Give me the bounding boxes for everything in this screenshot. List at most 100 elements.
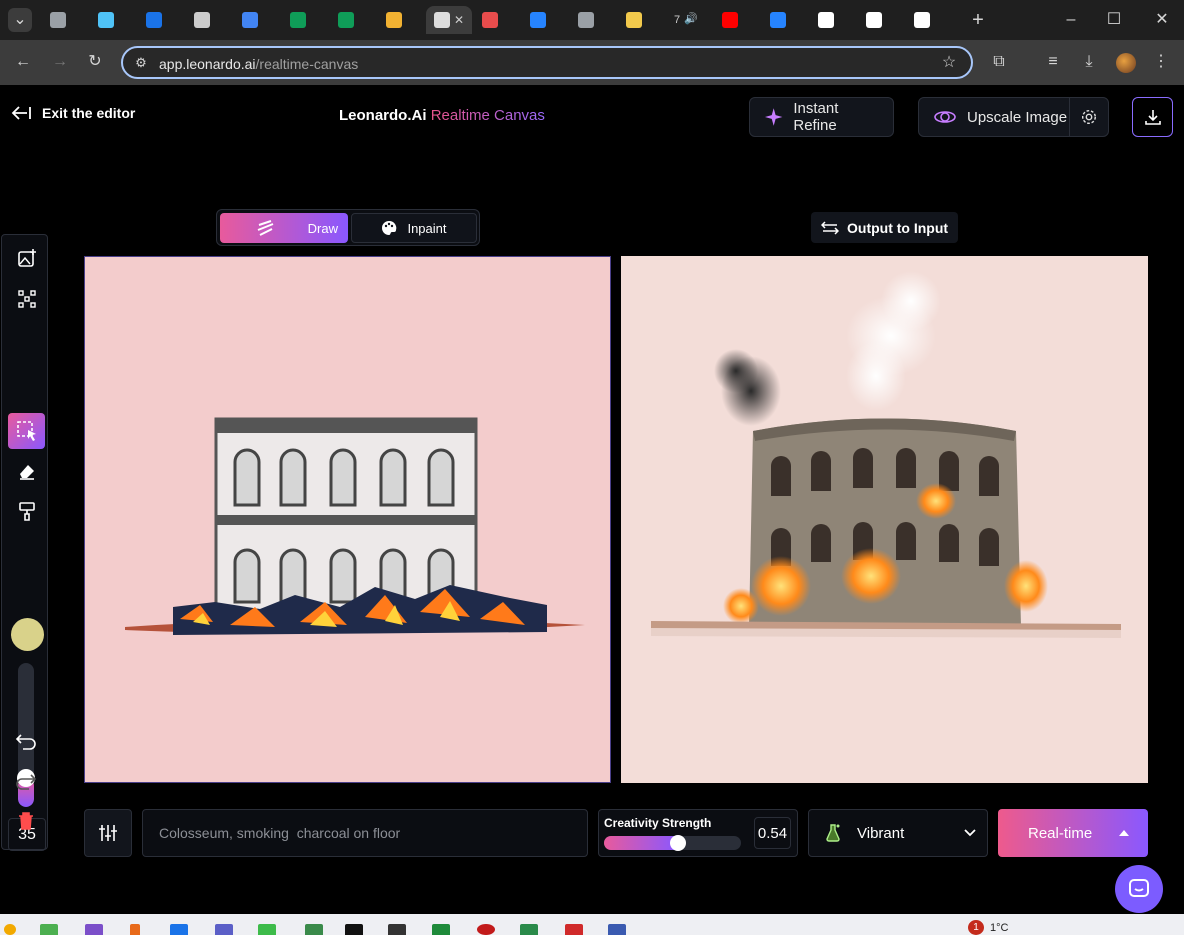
taskbar-app-icon[interactable]	[40, 924, 58, 935]
browser-tab[interactable]	[570, 6, 616, 34]
delete-tool[interactable]	[7, 803, 44, 839]
creativity-strength-value[interactable]: 0.54	[754, 817, 791, 849]
output-canvas[interactable]	[621, 256, 1148, 783]
sheets-tab-icon	[338, 12, 354, 28]
extensions-icon[interactable]: ⧉	[987, 50, 1011, 74]
marquee-select-icon	[16, 421, 36, 441]
input-canvas[interactable]	[84, 256, 611, 783]
close-tab-icon[interactable]: ✕	[454, 13, 464, 27]
browser-tab[interactable]	[474, 6, 520, 34]
browser-tab[interactable]	[714, 6, 760, 34]
taskbar-app-icon[interactable]	[170, 924, 188, 935]
site-info-icon[interactable]: ⚙	[129, 51, 153, 75]
taskbar-app-icon[interactable]	[305, 924, 323, 935]
downloads-icon[interactable]: ⤓	[1077, 50, 1101, 74]
generation-settings-button[interactable]	[84, 809, 132, 857]
eraser-tool[interactable]	[8, 453, 45, 489]
inpaint-label: Inpaint	[407, 220, 447, 236]
browser-menu-icon[interactable]: ⋮	[1149, 50, 1173, 74]
mode-switch: Draw Inpaint	[216, 209, 480, 246]
taskbar-app-icon[interactable]	[215, 924, 233, 935]
realtime-button[interactable]: Real-time	[998, 809, 1148, 857]
taskbar-app-icon[interactable]	[477, 924, 495, 935]
creativity-strength-knob[interactable]	[669, 835, 686, 851]
browser-tab[interactable]	[522, 6, 568, 34]
media-control-icon[interactable]: ≡	[1041, 50, 1065, 74]
output-to-input-button[interactable]: Output to Input	[811, 212, 959, 243]
browser-tab[interactable]	[186, 6, 232, 34]
taskbar-app-icon[interactable]	[565, 924, 583, 935]
os-taskbar: 1 1°C	[0, 914, 1184, 935]
browser-tab[interactable]	[858, 6, 904, 34]
taskbar-app-icon[interactable]	[388, 924, 406, 935]
forward-icon[interactable]: →	[48, 50, 72, 74]
upscale-image-label: Upscale Image	[967, 108, 1068, 126]
instant-refine-button[interactable]: Instant Refine	[749, 97, 894, 137]
paint-bucket-tool[interactable]	[8, 493, 45, 529]
caret-up-icon[interactable]	[1118, 829, 1130, 837]
taskbar-app-icon[interactable]	[520, 924, 538, 935]
reload-icon[interactable]: ↻	[83, 50, 107, 74]
tab-search-icon[interactable]: ⌄	[8, 8, 32, 32]
swap-arrows-icon	[821, 220, 839, 235]
minimize-icon[interactable]: –	[1059, 8, 1083, 32]
browser-tab[interactable]: 7 🔊	[666, 6, 712, 34]
tab-inpaint[interactable]: Inpaint	[351, 213, 477, 243]
paint-roller-icon	[18, 502, 35, 521]
browser-tab[interactable]	[90, 6, 136, 34]
redo-icon	[15, 774, 36, 790]
browser-tab[interactable]	[378, 6, 424, 34]
brush-color-swatch[interactable]	[11, 618, 44, 651]
style-dropdown[interactable]: Vibrant	[808, 809, 988, 857]
taskbar-app-icon[interactable]	[130, 924, 140, 935]
taskbar-app-icon[interactable]	[345, 924, 363, 935]
close-window-icon[interactable]: ✕	[1150, 8, 1174, 32]
support-chat-button[interactable]	[1115, 865, 1163, 913]
taskbar-app-icon[interactable]	[258, 924, 276, 935]
profile-avatar[interactable]	[1116, 53, 1136, 73]
upscale-settings-gear-icon[interactable]	[1080, 108, 1098, 126]
sparkle-icon	[764, 108, 783, 126]
tab-draw[interactable]: Draw	[220, 213, 348, 243]
browser-tab[interactable]	[762, 6, 808, 34]
app-title: Leonardo.Ai Realtime Canvas	[339, 107, 545, 124]
browser-tab[interactable]	[330, 6, 376, 34]
taskbar-app-icon[interactable]	[432, 924, 450, 935]
browser-tab[interactable]	[906, 6, 952, 34]
select-tool[interactable]	[8, 413, 45, 449]
upscale-image-button[interactable]: Upscale Image	[918, 97, 1109, 137]
taskbar-app-icon[interactable]	[608, 924, 626, 935]
browser-tab[interactable]	[282, 6, 328, 34]
url-field[interactable]: ⚙ app.leonardo.ai/realtime-canvas ☆	[121, 46, 973, 79]
browser-tab[interactable]	[234, 6, 280, 34]
weather-temperature[interactable]: 1°C	[990, 922, 1008, 934]
browser-tab[interactable]	[810, 6, 856, 34]
eraser-icon	[19, 465, 34, 480]
download-button[interactable]	[1132, 97, 1173, 137]
prompt-input[interactable]	[142, 809, 588, 857]
browser-tab[interactable]: ✕	[426, 6, 472, 34]
taskbar-app-icon[interactable]	[4, 924, 16, 935]
openai-tab-icon	[194, 12, 210, 28]
browser-tab[interactable]	[42, 6, 88, 34]
exit-editor-button[interactable]: Exit the editor	[10, 105, 135, 121]
object-grid-icon	[17, 290, 36, 308]
puzzle-tab-icon	[146, 12, 162, 28]
audio-tab-icon: 🔊	[684, 13, 698, 25]
new-tab-icon[interactable]: +	[966, 8, 990, 32]
add-image-tool[interactable]	[8, 240, 45, 276]
maximize-icon[interactable]: ☐	[1102, 8, 1126, 32]
browser-tab[interactable]	[138, 6, 184, 34]
bookmark-star-icon[interactable]: ☆	[937, 51, 961, 75]
taskbar-app-icon[interactable]	[85, 924, 103, 935]
undo-tool[interactable]	[7, 723, 44, 759]
redo-tool[interactable]	[7, 763, 44, 799]
trash-icon	[18, 812, 33, 830]
potion-flask-icon	[826, 824, 840, 842]
sketch-drawing	[125, 417, 585, 635]
creativity-strength-control: Creativity Strength 0.54	[598, 809, 798, 857]
back-icon[interactable]: ←	[11, 50, 35, 74]
notification-badge[interactable]: 1	[968, 920, 984, 935]
browser-tab[interactable]	[618, 6, 664, 34]
object-select-tool[interactable]	[8, 281, 45, 317]
